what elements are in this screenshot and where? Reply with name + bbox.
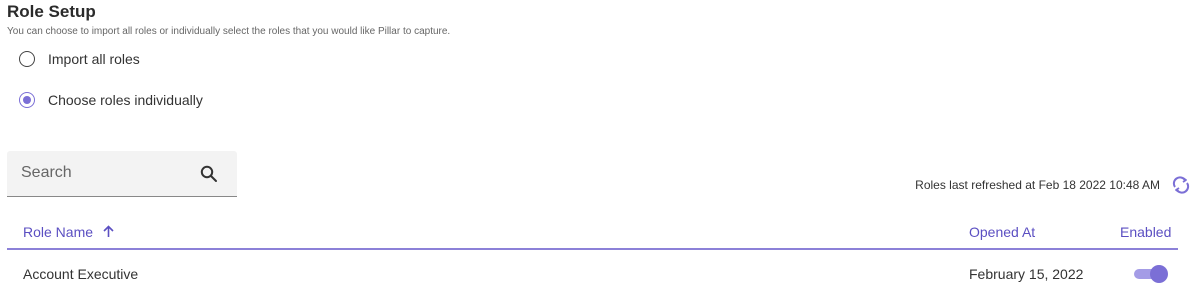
search-input[interactable] <box>19 163 183 183</box>
refresh-icon[interactable] <box>1171 176 1191 199</box>
search-box[interactable] <box>7 151 237 197</box>
arrow-up-icon[interactable] <box>103 225 114 241</box>
cell-role-name: Account Executive <box>23 266 139 282</box>
toggle-knob <box>1150 265 1168 283</box>
radio-button-unchecked[interactable] <box>19 51 35 67</box>
radio-label-import-all: Import all roles <box>48 51 140 67</box>
table-header: Role Name Opened At Enabled <box>7 216 1178 250</box>
radio-button-checked[interactable] <box>19 92 35 108</box>
radio-label-choose-individually: Choose roles individually <box>48 92 203 108</box>
search-icon[interactable] <box>200 165 218 188</box>
page-subtitle: You can choose to import all roles or in… <box>7 26 451 37</box>
column-header-role-name[interactable]: Role Name <box>23 224 114 241</box>
column-header-opened-at[interactable]: Opened At <box>969 224 1035 240</box>
radio-choose-individually[interactable]: Choose roles individually <box>19 92 203 108</box>
cell-opened-at: February 15, 2022 <box>969 266 1084 282</box>
refresh-status-text: Roles last refreshed at Feb 18 2022 10:4… <box>915 178 1160 192</box>
radio-dot <box>23 96 31 104</box>
radio-import-all[interactable]: Import all roles <box>19 51 140 67</box>
page-title: Role Setup <box>7 2 96 21</box>
column-header-role-name-label: Role Name <box>23 224 94 240</box>
column-header-enabled[interactable]: Enabled <box>1120 224 1171 240</box>
enabled-toggle[interactable] <box>1132 264 1168 284</box>
